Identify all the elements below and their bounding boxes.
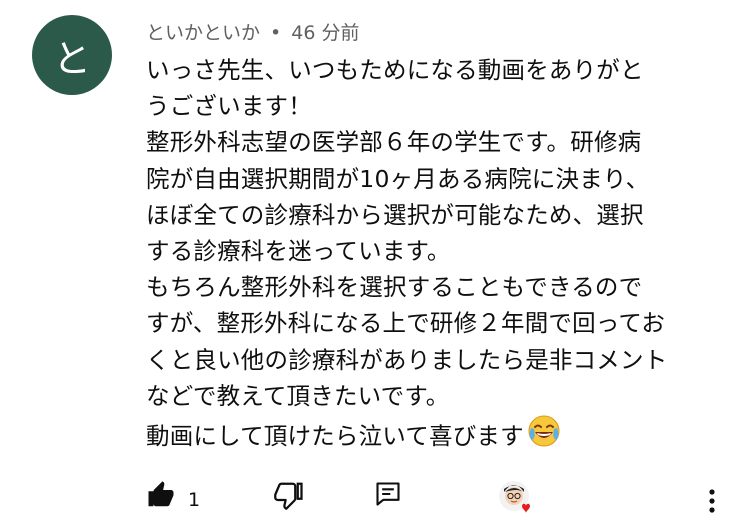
- comment-line: ほぼ全ての診療科から選択が可能なため、選択: [146, 200, 644, 229]
- comment-line: もちろん整形外科を選択することもできるので: [146, 273, 643, 302]
- comment-line: すが、整形外科になる上で研修２年間で回ってお: [146, 309, 666, 338]
- comment-line-text: 動画にして頂けたら泣いて喜びます: [146, 422, 524, 451]
- comment-time[interactable]: 46 分前: [291, 22, 359, 44]
- comment-line: 院が自由選択期間が10ヶ月ある病院に決まり、: [146, 164, 650, 193]
- comment-line: くと良い他の診療科がありましたら是非コメント: [146, 345, 668, 374]
- avatar-letter: と: [52, 36, 91, 81]
- thumbs-up-icon: [146, 480, 176, 514]
- more-options-button[interactable]: [708, 488, 716, 518]
- like-button[interactable]: 1: [146, 480, 200, 514]
- author-name[interactable]: といかといか: [146, 22, 260, 44]
- comment-actions: 1: [146, 480, 746, 520]
- comment-line: いっさ先生、いつもためになる動画をありがと: [146, 56, 644, 84]
- comment-header: といかといか • 46 分前: [146, 18, 359, 45]
- thumbs-down-icon: [274, 480, 304, 514]
- comment-line: うございます！: [146, 92, 312, 121]
- comment-body: いっさ先生、いつもためになる動画をありがと うございます！ 整形外科志望の医学部…: [146, 52, 726, 458]
- joy-emoji: [527, 414, 561, 458]
- creator-heart-avatar: [498, 480, 538, 524]
- comment-line: する診療科を迷っています。: [146, 237, 451, 266]
- reply-button[interactable]: [374, 480, 402, 512]
- comment-line: 整形外科志望の医学部６年の学生です。研修病: [146, 128, 642, 157]
- comment-line: などで教えて頂きたいです。: [146, 381, 450, 410]
- reply-icon: [374, 480, 402, 512]
- more-vertical-icon: [708, 489, 716, 518]
- separator-dot: •: [270, 22, 282, 44]
- author-avatar[interactable]: と: [32, 15, 112, 95]
- like-count: 1: [188, 489, 201, 511]
- dislike-button[interactable]: [274, 480, 304, 514]
- comment-line-last: 動画にして頂けたら泣いて喜びます: [146, 414, 726, 458]
